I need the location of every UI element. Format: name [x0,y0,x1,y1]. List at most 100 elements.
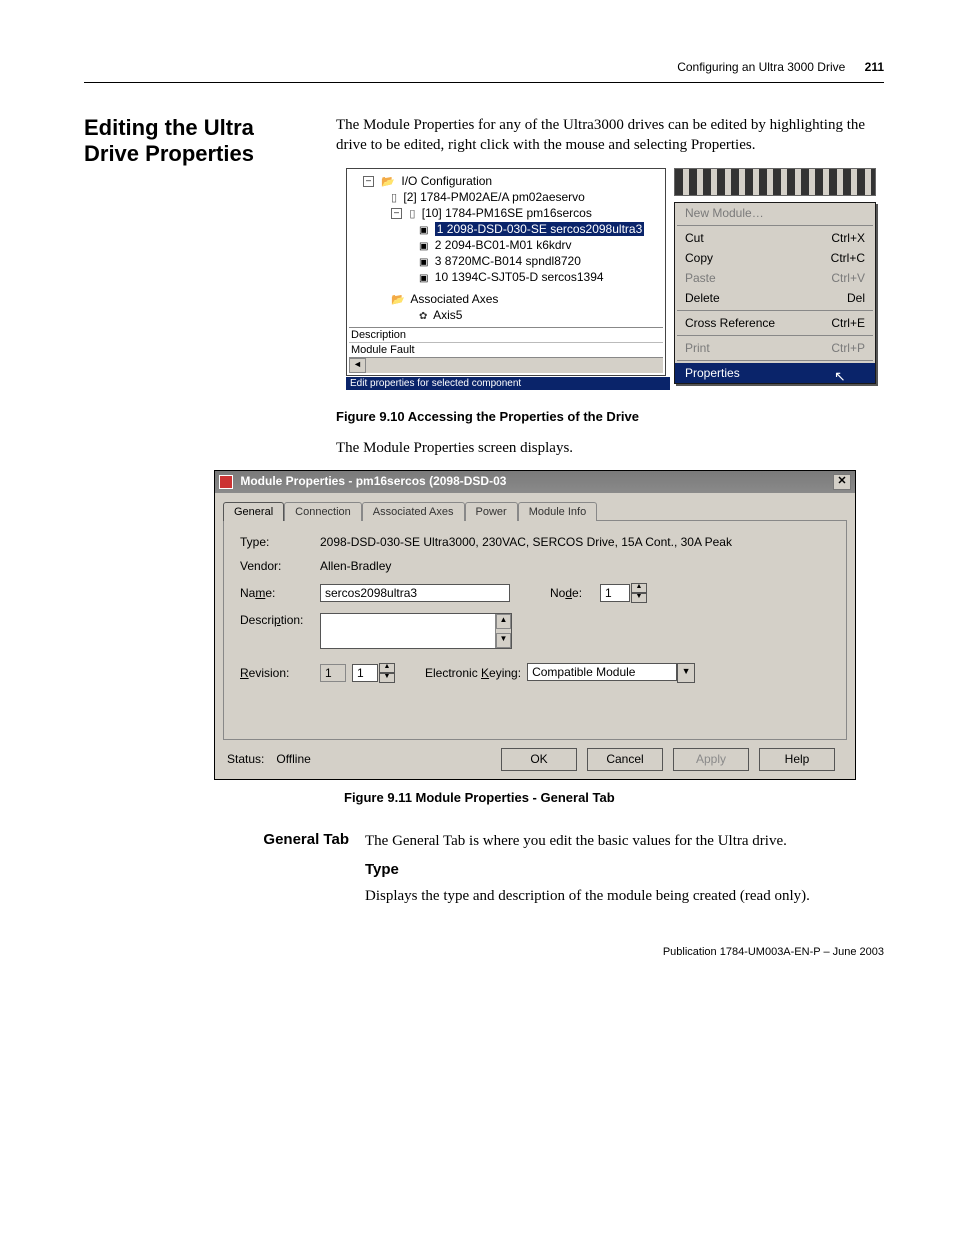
tree-node-label: [2] 1784-PM02AE/A pm02aeservo [403,190,584,204]
spin-up-icon[interactable]: ▲ [379,663,395,673]
node-stepper[interactable]: ▲▼ [600,583,647,603]
type-value: 2098-DSD-030-SE Ultra3000, 230VAC, SERCO… [320,535,732,549]
dialog-tabstrip: GeneralConnectionAssociated AxesPowerMod… [215,493,855,740]
menu-label: Delete [685,291,720,305]
description-label: Description: [240,613,320,627]
menu-paste: Paste Ctrl+V [675,268,875,288]
tree-node[interactable]: [2] 1784-PM02AE/A pm02aeservo [349,189,663,205]
menu-shortcut: Ctrl+E [831,316,865,330]
tab-associated-axes[interactable]: Associated Axes [362,502,465,521]
menu-label: Copy [685,251,713,265]
electronic-keying-field[interactable] [527,663,677,681]
toolbar-strip [674,168,876,196]
dialog-title: Module Properties - pm16sercos (2098-DSD… [240,474,506,488]
tree-root[interactable]: – I/O Configuration [349,173,663,189]
tree-drive-label: 10 1394C-SJT05-D sercos1394 [435,270,604,284]
folder-icon [381,174,398,188]
horizontal-scrollbar[interactable]: ◄ [349,357,663,373]
menu-shortcut: Ctrl+P [831,341,865,355]
general-tab-page: Type: 2098-DSD-030-SE Ultra3000, 230VAC,… [223,520,847,740]
figure-9-11-caption: Figure 9.11 Module Properties - General … [344,790,884,805]
menu-shortcut: Ctrl+C [831,251,865,265]
menu-separator [677,360,873,361]
chevron-down-icon[interactable]: ▼ [677,663,695,683]
node-label: Node: [550,586,600,600]
drive-icon [419,238,431,252]
tree-status-area: Description Module Fault [349,327,663,357]
drive-icon [419,270,431,284]
menu-separator [677,225,873,226]
electronic-keying-combo[interactable]: ▼ [527,663,695,683]
description-cell: Description [349,328,663,342]
tree-root-label: I/O Configuration [401,174,492,188]
description-scrollbar[interactable]: ▲▼ [495,614,511,648]
intro-paragraph: The Module Properties for any of the Ult… [336,115,884,156]
context-menu: New Module… Cut Ctrl+X Copy Ctrl+C Past [674,202,876,384]
menu-copy[interactable]: Copy Ctrl+C [675,248,875,268]
tree-drive[interactable]: 2 2094-BC01-M01 k6kdrv [349,237,663,253]
menu-cut[interactable]: Cut Ctrl+X [675,228,875,248]
tree-drive[interactable]: 3 8720MC-B014 spndl8720 [349,253,663,269]
io-config-tree[interactable]: – I/O Configuration [2] 1784-PM02AE/A pm… [346,168,666,376]
name-field[interactable] [320,584,510,602]
revision-label: Revision: [240,666,320,680]
menu-label: New Module… [685,206,764,220]
tree-drive[interactable]: 10 1394C-SJT05-D sercos1394 [349,269,663,285]
tree-node-label: [10] 1784-PM16SE pm16sercos [422,206,592,220]
tree-axis[interactable]: Axis5 [349,307,663,323]
statusbar-hint: Edit properties for selected component [346,377,670,390]
tree-axis-label: Axis5 [433,308,462,322]
spin-down-icon[interactable]: ▼ [379,673,395,683]
tree-node[interactable]: – [10] 1784-PM16SE pm16sercos [349,205,663,221]
collapse-icon[interactable]: – [363,176,374,187]
cancel-button[interactable]: Cancel [587,748,663,771]
tree-drive-selected[interactable]: 1 2098-DSD-030-SE sercos2098ultra3 [349,221,663,237]
menu-label: Cut [685,231,704,245]
spin-down-icon[interactable]: ▼ [631,593,647,603]
vendor-value: Allen-Bradley [320,559,391,573]
running-head: Configuring an Ultra 3000 Drive 211 [84,60,884,74]
description-field[interactable]: ▲▼ [320,613,512,649]
tree-drive-label: 2 2094-BC01-M01 k6kdrv [435,238,572,252]
tab-module-info[interactable]: Module Info [518,502,597,521]
tree-drive-label: 1 2098-DSD-030-SE sercos2098ultra3 [435,222,644,236]
status-label: Status: [227,752,264,766]
tab-general[interactable]: General [223,502,284,521]
menu-separator [677,310,873,311]
ok-button[interactable]: OK [501,748,577,771]
apply-button: Apply [673,748,749,771]
dialog-titlebar[interactable]: Module Properties - pm16sercos (2098-DSD… [215,471,855,493]
tab-connection[interactable]: Connection [284,502,362,521]
close-button[interactable]: ✕ [833,474,851,490]
after-fig-text: The Module Properties screen displays. [336,438,884,458]
general-tab-sidehead: General Tab [254,831,349,851]
vendor-label: Vendor: [240,559,320,573]
revision-minor-field[interactable] [352,664,378,682]
menu-delete[interactable]: Delete Del [675,288,875,308]
menu-label: Cross Reference [685,316,775,330]
menu-label: Properties [685,366,740,380]
status-value: Offline [276,752,310,766]
header-rule [84,82,884,83]
tree-assoc-axes[interactable]: Associated Axes [349,291,663,307]
menu-new-module: New Module… [675,203,875,223]
name-label: Name: [240,586,320,600]
revision-major-field [320,664,346,682]
scroll-left-button[interactable]: ◄ [349,358,366,373]
type-label: Type: [240,535,320,549]
node-field[interactable] [600,584,630,602]
tab-power[interactable]: Power [465,502,518,521]
chapter-title: Configuring an Ultra 3000 Drive [677,60,845,74]
menu-shortcut: Ctrl+X [831,231,865,245]
axis-icon [419,308,430,322]
help-button[interactable]: Help [759,748,835,771]
type-subhead: Type [365,861,884,878]
spin-up-icon[interactable]: ▲ [631,583,647,593]
module-properties-dialog: Module Properties - pm16sercos (2098-DSD… [214,470,856,780]
menu-cross-reference[interactable]: Cross Reference Ctrl+E [675,313,875,333]
cursor-icon: ↖ [834,368,846,385]
general-tab-body: The General Tab is where you edit the ba… [365,831,787,851]
collapse-icon[interactable]: – [391,208,402,219]
revision-minor-stepper[interactable]: ▲▼ [352,663,395,683]
window-icon [219,475,233,489]
